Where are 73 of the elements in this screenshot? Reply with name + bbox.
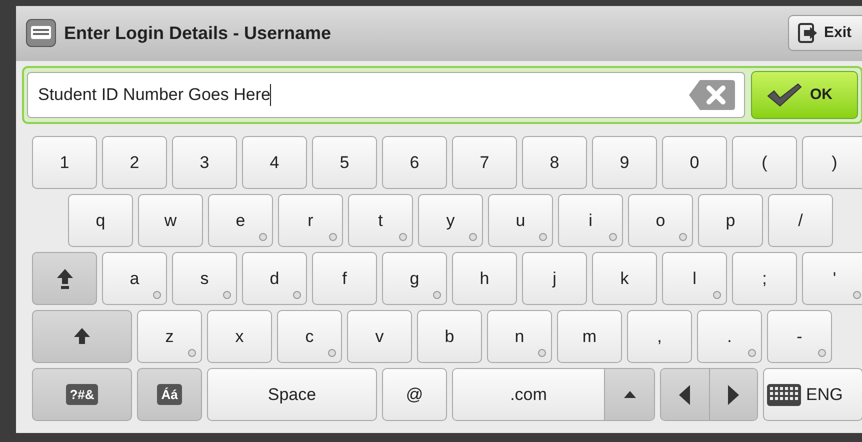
key[interactable]: k: [592, 252, 657, 305]
key[interactable]: .: [697, 310, 762, 363]
key[interactable]: w: [138, 194, 203, 247]
key[interactable]: (: [732, 136, 797, 189]
accents-key[interactable]: Áá: [137, 368, 202, 421]
text-cursor: [270, 84, 272, 106]
language-key[interactable]: ENG: [763, 368, 862, 421]
caps-lock-icon: [56, 268, 74, 290]
ok-button[interactable]: OK: [751, 71, 858, 119]
key[interactable]: t: [348, 194, 413, 247]
key[interactable]: q: [68, 194, 133, 247]
right-triangle-icon: [728, 384, 739, 404]
key[interactable]: u: [488, 194, 553, 247]
backspace-icon: [688, 79, 736, 111]
shift-key[interactable]: [32, 310, 132, 363]
key-label: Áá: [157, 384, 182, 406]
key[interactable]: 8: [522, 136, 587, 189]
right-key[interactable]: [710, 369, 757, 420]
key[interactable]: o: [628, 194, 693, 247]
key[interactable]: 9: [592, 136, 657, 189]
key[interactable]: x: [207, 310, 272, 363]
backspace-button[interactable]: [688, 79, 736, 111]
key[interactable]: m: [557, 310, 622, 363]
dotcom-key[interactable]: .com: [453, 369, 604, 420]
space-key[interactable]: Space: [207, 368, 377, 421]
caps-lock-key[interactable]: [32, 252, 97, 305]
keyboard-icon: [26, 19, 56, 47]
key[interactable]: v: [347, 310, 412, 363]
key[interactable]: c: [277, 310, 342, 363]
key[interactable]: f: [312, 252, 377, 305]
keyboard-icon: [767, 384, 801, 406]
input-value: Student ID Number Goes Here: [38, 84, 270, 106]
exit-button[interactable]: Exit: [788, 15, 862, 51]
key[interactable]: @: [382, 368, 447, 421]
window-title: Enter Login Details - Username: [64, 22, 332, 45]
key[interactable]: 4: [242, 136, 307, 189]
symbols-key[interactable]: ?#&: [32, 368, 132, 421]
shift-icon: [73, 326, 91, 346]
key[interactable]: /: [768, 194, 833, 247]
key[interactable]: 6: [382, 136, 447, 189]
key[interactable]: ': [802, 252, 862, 305]
up-triangle-icon: [624, 391, 636, 398]
left-key[interactable]: [661, 369, 710, 420]
left-triangle-icon: [679, 384, 690, 404]
key[interactable]: j: [522, 252, 587, 305]
key[interactable]: h: [452, 252, 517, 305]
key[interactable]: a: [102, 252, 167, 305]
key[interactable]: -: [767, 310, 832, 363]
key[interactable]: 3: [172, 136, 237, 189]
key[interactable]: ,: [627, 310, 692, 363]
key[interactable]: l: [662, 252, 727, 305]
key[interactable]: 2: [102, 136, 167, 189]
key[interactable]: y: [418, 194, 483, 247]
key[interactable]: 7: [452, 136, 517, 189]
key[interactable]: d: [242, 252, 307, 305]
key[interactable]: 0: [662, 136, 727, 189]
key-label: ?#&: [66, 384, 98, 406]
key[interactable]: b: [417, 310, 482, 363]
check-icon: [766, 83, 802, 107]
key[interactable]: z: [137, 310, 202, 363]
key[interactable]: g: [382, 252, 447, 305]
key[interactable]: p: [698, 194, 763, 247]
key[interactable]: r: [278, 194, 343, 247]
key[interactable]: ): [802, 136, 862, 189]
key[interactable]: 1: [32, 136, 97, 189]
key[interactable]: i: [558, 194, 623, 247]
input-field[interactable]: Student ID Number Goes Here: [27, 72, 745, 118]
exit-icon: [798, 23, 818, 43]
key[interactable]: n: [487, 310, 552, 363]
key[interactable]: ;: [732, 252, 797, 305]
key[interactable]: 5: [312, 136, 377, 189]
key[interactable]: e: [208, 194, 273, 247]
key[interactable]: s: [172, 252, 237, 305]
